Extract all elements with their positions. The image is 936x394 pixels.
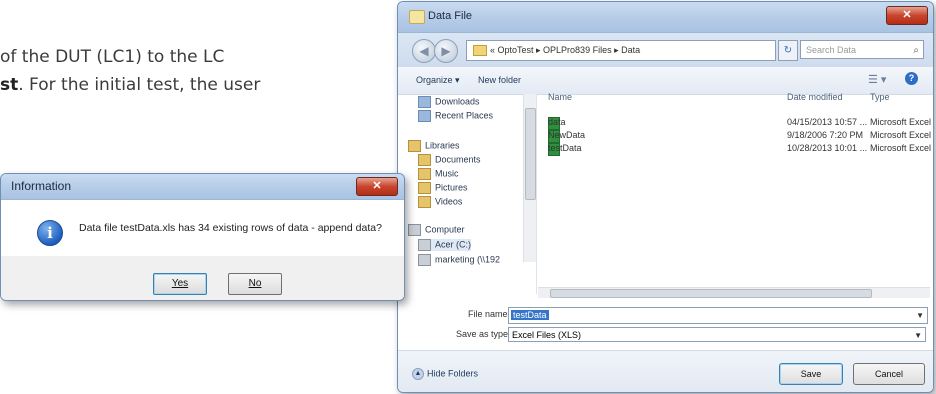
new-folder-button[interactable]: New folder xyxy=(478,75,521,85)
views-icon[interactable]: ☰ ▾ xyxy=(868,73,886,86)
file-date: 04/15/2013 10:57 ... xyxy=(787,117,868,127)
horizontal-scrollbar[interactable] xyxy=(538,287,930,298)
nav-item-documents[interactable]: Documents xyxy=(418,154,481,166)
chevron-down-icon[interactable]: ▼ xyxy=(914,328,922,343)
forward-button[interactable]: ▶ xyxy=(434,39,458,63)
network-drive-icon xyxy=(418,254,431,266)
nav-item-label: Documents xyxy=(435,154,481,165)
search-placeholder: Search Data xyxy=(806,45,857,55)
save-as-type-select[interactable]: Excel Files (XLS) ▼ xyxy=(508,327,926,342)
save-as-type-value: Excel Files (XLS) xyxy=(512,330,582,340)
file-date: 9/18/2006 7:20 PM xyxy=(787,130,864,140)
pictures-icon xyxy=(418,182,431,194)
file-date: 10/28/2013 10:01 ... xyxy=(787,143,868,153)
refresh-button[interactable]: ↻ xyxy=(778,40,798,61)
no-button-label: No xyxy=(248,278,262,289)
info-dialog-title: Information xyxy=(11,179,72,193)
hide-folders-label: Hide Folders xyxy=(427,368,479,379)
column-header-type[interactable]: Type xyxy=(870,92,890,102)
music-icon xyxy=(418,168,431,180)
search-icon: ⌕ xyxy=(913,45,919,56)
hide-folders-button[interactable]: ▲ Hide Folders xyxy=(412,368,478,380)
info-dialog-titlebar[interactable]: Information ✕ xyxy=(1,174,404,200)
address-path: « OptoTest ▸ OPLPro839 Files ▸ Data xyxy=(490,45,641,55)
drive-icon xyxy=(418,239,431,251)
library-icon xyxy=(408,140,421,152)
no-button[interactable]: No xyxy=(228,273,282,295)
chevron-down-icon[interactable]: ▼ xyxy=(916,308,924,323)
file-type: Microsoft Excel 97... xyxy=(870,130,933,140)
file-name: data xyxy=(548,117,566,127)
save-dialog-title: Data File xyxy=(428,10,473,22)
chevron-up-icon: ▲ xyxy=(412,368,424,380)
save-dialog-close-button[interactable]: ✕ xyxy=(886,6,928,25)
back-button[interactable]: ◀ xyxy=(412,39,436,63)
navigation-bar: ◀ ▶ « OptoTest ▸ OPLPro839 Files ▸ Data … xyxy=(398,33,933,67)
navigation-scrollbar[interactable] xyxy=(523,94,536,262)
nav-item-label: Computer xyxy=(425,224,465,235)
command-toolbar: Organize ▾ New folder ☰ ▾ ? xyxy=(398,67,933,95)
nav-item-videos[interactable]: Videos xyxy=(418,196,462,208)
nav-item-drive-c[interactable]: Acer (C:) xyxy=(418,239,471,251)
nav-item-label: Videos xyxy=(435,196,463,207)
info-dialog-body: i Data file testData.xls has 34 existing… xyxy=(1,200,404,300)
file-name-value: testData xyxy=(511,310,549,320)
nav-item-computer[interactable]: Computer xyxy=(408,224,465,236)
nav-item-label: Libraries xyxy=(425,140,460,151)
nav-item-label: marketing (\\192 xyxy=(435,254,501,265)
scrollbar-thumb[interactable] xyxy=(550,289,872,298)
information-icon: i xyxy=(37,220,63,246)
document-bold-text: st xyxy=(0,75,19,95)
nav-item-label: Music xyxy=(435,168,459,179)
scrollbar-thumb[interactable] xyxy=(525,108,536,200)
nav-item-music[interactable]: Music xyxy=(418,168,459,180)
nav-item-marketing[interactable]: marketing (\\192 xyxy=(418,254,500,266)
file-name-input[interactable]: testData ▼ xyxy=(508,307,928,324)
document-text-rest: . For the initial test, the user xyxy=(18,75,261,95)
file-icon xyxy=(409,10,425,24)
save-file-dialog: Data File ✕ ◀ ▶ « OptoTest ▸ OPLPro839 F… xyxy=(397,1,934,393)
navigation-pane: Downloads Recent Places Libraries Docume… xyxy=(398,94,537,294)
document-text-line-2: st. For the initial test, the user xyxy=(0,75,260,95)
info-dialog-close-button[interactable]: ✕ xyxy=(356,177,398,196)
nav-item-label: Recent Places xyxy=(435,110,494,121)
save-dialog-titlebar[interactable]: Data File ✕ xyxy=(398,2,933,33)
folder-icon xyxy=(418,96,431,108)
nav-item-downloads[interactable]: Downloads xyxy=(418,96,480,108)
document-text-line-1: of the DUT (LC1) to the LC xyxy=(0,47,225,67)
videos-icon xyxy=(418,196,431,208)
info-message-area: i Data file testData.xls has 34 existing… xyxy=(1,200,404,256)
help-icon[interactable]: ? xyxy=(905,72,918,85)
file-name-label: File name: xyxy=(468,309,511,319)
column-header-date[interactable]: Date modified xyxy=(787,92,843,102)
nav-item-label: Downloads xyxy=(435,96,480,107)
save-dialog-footer: ▲ Hide Folders Save Cancel xyxy=(398,350,933,392)
folder-icon xyxy=(473,45,487,57)
file-type: Microsoft Excel 97... xyxy=(870,143,933,153)
nav-item-label: Pictures xyxy=(435,182,468,193)
folder-icon xyxy=(418,110,431,122)
yes-button[interactable]: Yes xyxy=(153,273,207,295)
documents-icon xyxy=(418,154,431,166)
nav-item-recent-places[interactable]: Recent Places xyxy=(418,110,493,122)
organize-menu-button[interactable]: Organize ▾ xyxy=(416,75,460,86)
address-bar[interactable]: « OptoTest ▸ OPLPro839 Files ▸ Data xyxy=(466,40,776,61)
nav-item-pictures[interactable]: Pictures xyxy=(418,182,468,194)
info-message-text: Data file testData.xls has 34 existing r… xyxy=(79,222,382,234)
file-name: NewData xyxy=(548,130,586,140)
information-dialog: Information ✕ i Data file testData.xls h… xyxy=(0,173,405,301)
search-input[interactable]: Search Data ⌕ xyxy=(800,40,924,59)
yes-button-label: Yes xyxy=(171,278,189,289)
save-as-type-label: Save as type: xyxy=(456,329,511,339)
file-name: testData xyxy=(548,143,582,153)
column-header-name[interactable]: Name xyxy=(548,92,572,102)
nav-item-label: Acer (C:) xyxy=(435,239,471,250)
nav-item-libraries[interactable]: Libraries xyxy=(408,140,460,152)
save-button[interactable]: Save xyxy=(779,363,843,385)
cancel-button[interactable]: Cancel xyxy=(853,363,925,385)
file-type: Microsoft Excel 97... xyxy=(870,117,933,127)
computer-icon xyxy=(408,224,421,236)
